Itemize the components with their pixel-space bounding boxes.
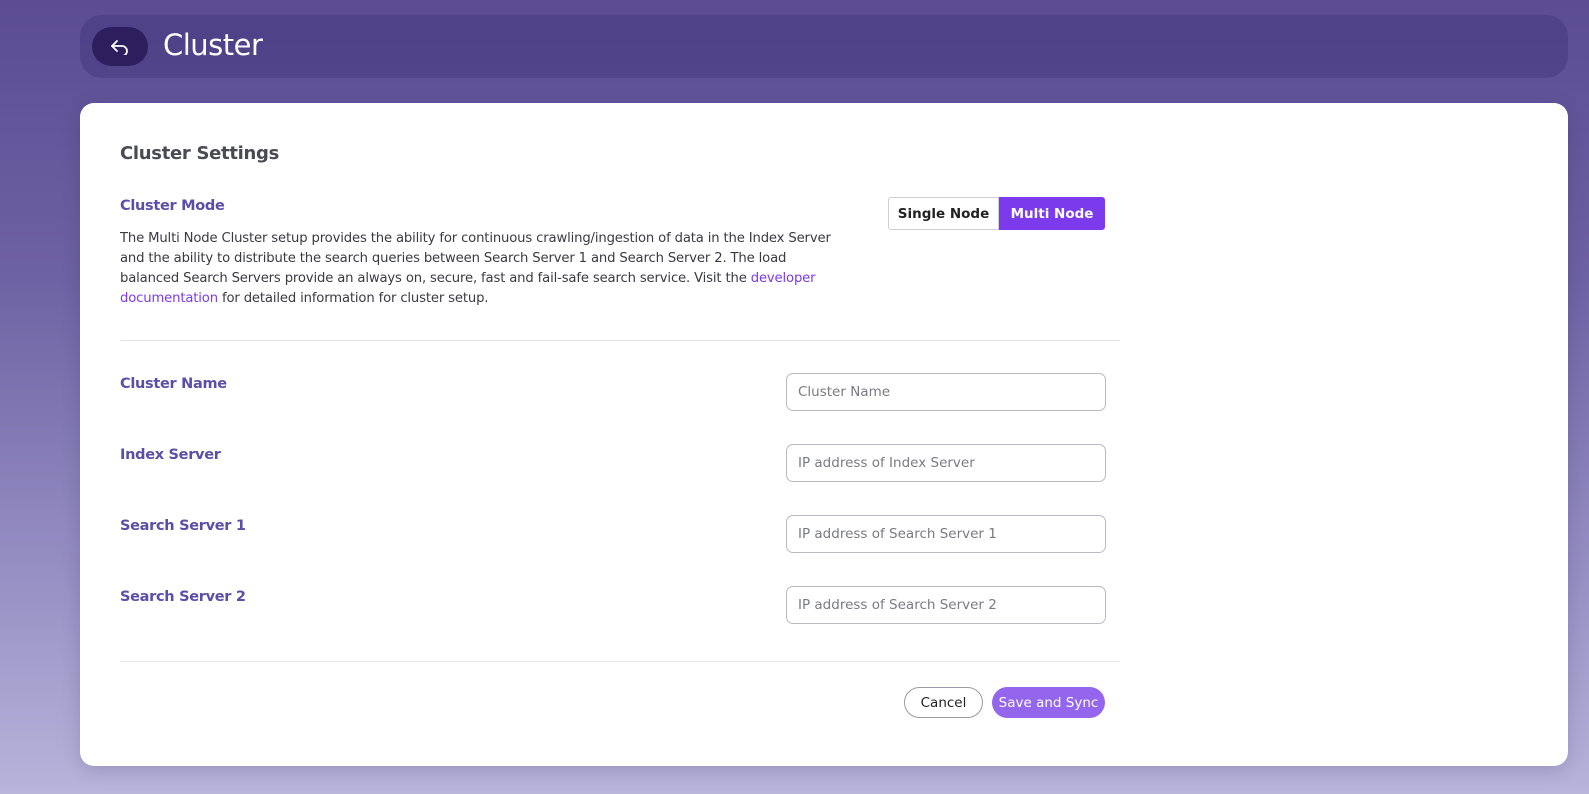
divider-bottom: [120, 661, 1120, 662]
back-button[interactable]: [92, 27, 148, 66]
description-text: The Multi Node Cluster setup provides th…: [120, 231, 831, 286]
index-server-label: Index Server: [120, 447, 221, 463]
card-title: Cluster Settings: [120, 143, 280, 164]
cluster-mode-toggle: Single Node Multi Node: [888, 197, 1105, 230]
search-server-1-input[interactable]: [786, 515, 1106, 553]
single-node-button[interactable]: Single Node: [888, 197, 999, 230]
cluster-mode-label: Cluster Mode: [120, 198, 225, 214]
cluster-mode-description: The Multi Node Cluster setup provides th…: [120, 229, 840, 309]
cancel-button[interactable]: Cancel: [904, 687, 983, 718]
cluster-name-input[interactable]: [786, 373, 1106, 411]
index-server-input[interactable]: [786, 444, 1106, 482]
save-and-sync-button[interactable]: Save and Sync: [992, 687, 1105, 718]
back-arrow-icon: [110, 39, 130, 55]
page-title: Cluster: [163, 28, 263, 62]
cluster-settings-card: Cluster Settings Cluster Mode The Multi …: [80, 103, 1568, 766]
page-header: Cluster: [80, 15, 1568, 78]
search-server-2-input[interactable]: [786, 586, 1106, 624]
multi-node-button[interactable]: Multi Node: [999, 197, 1105, 230]
divider-top: [120, 340, 1120, 341]
search-server-1-label: Search Server 1: [120, 518, 246, 534]
cluster-name-label: Cluster Name: [120, 376, 227, 392]
search-server-2-label: Search Server 2: [120, 589, 246, 605]
description-suffix: for detailed information for cluster set…: [217, 291, 489, 306]
